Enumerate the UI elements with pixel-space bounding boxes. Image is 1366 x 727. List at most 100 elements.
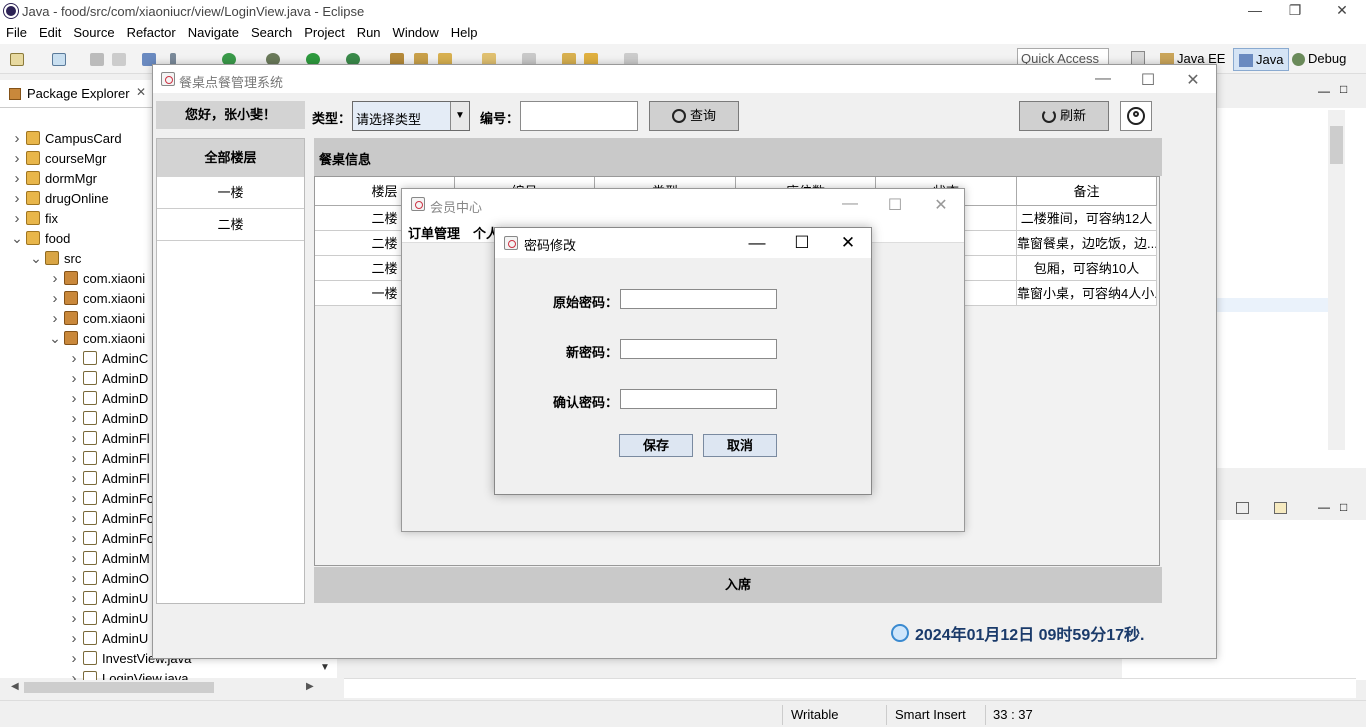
tree-item[interactable]: › AdminD bbox=[67, 388, 149, 408]
eclipse-close-icon[interactable]: ✕ bbox=[1332, 2, 1352, 19]
tree-item[interactable]: › AdminM bbox=[67, 548, 150, 568]
chevron-right-icon[interactable]: › bbox=[67, 530, 81, 547]
tree-item[interactable]: › AdminFo bbox=[67, 528, 155, 548]
chevron-right-icon[interactable]: › bbox=[67, 650, 81, 667]
chevron-right-icon[interactable]: › bbox=[10, 170, 24, 187]
lower-view-menu-icon[interactable] bbox=[1236, 502, 1249, 514]
chevron-right-icon[interactable]: › bbox=[67, 370, 81, 387]
chevron-right-icon[interactable]: › bbox=[67, 590, 81, 607]
tree-item[interactable]: › AdminC bbox=[67, 348, 149, 368]
chevron-right-icon[interactable]: › bbox=[67, 610, 81, 627]
chevron-right-icon[interactable]: › bbox=[67, 390, 81, 407]
dialog-maximize-icon[interactable]: ☐ bbox=[792, 233, 812, 253]
chevron-down-icon[interactable]: ▼ bbox=[450, 102, 469, 130]
chevron-right-icon[interactable]: › bbox=[67, 350, 81, 367]
chevron-right-icon[interactable]: › bbox=[10, 130, 24, 147]
scroll-left-icon[interactable]: ◀ bbox=[11, 681, 19, 692]
chevron-right-icon[interactable]: › bbox=[48, 310, 62, 327]
chevron-right-icon[interactable]: › bbox=[10, 210, 24, 227]
tree-item[interactable]: › AdminFo bbox=[67, 508, 155, 528]
tree-scrollbar-down-icon[interactable]: ▼ bbox=[320, 662, 330, 673]
menu-navigate[interactable]: Navigate bbox=[182, 22, 245, 40]
tree-item[interactable]: › com.xiaoni bbox=[48, 288, 146, 308]
chevron-right-icon[interactable]: › bbox=[67, 510, 81, 527]
main-close-icon[interactable]: ✕ bbox=[1183, 70, 1203, 90]
package-explorer-tab[interactable]: Package Explorer ✕ bbox=[0, 80, 152, 108]
chevron-right-icon[interactable]: › bbox=[67, 410, 81, 427]
tree-item[interactable]: › drugOnline bbox=[10, 188, 109, 208]
eclipse-restore-icon[interactable]: ❐ bbox=[1285, 2, 1305, 19]
menu-help[interactable]: Help bbox=[445, 22, 484, 40]
tree-item[interactable]: › AdminD bbox=[67, 368, 149, 388]
tree-item[interactable]: › dormMgr bbox=[10, 168, 98, 188]
menu-file[interactable]: File bbox=[0, 22, 33, 40]
tree-item[interactable]: › com.xiaoni bbox=[48, 268, 146, 288]
chevron-right-icon[interactable]: › bbox=[10, 190, 24, 207]
chevron-right-icon[interactable]: › bbox=[67, 430, 81, 447]
tree-item[interactable]: ⌄ food bbox=[10, 228, 70, 248]
floor-all-header[interactable]: 全部楼层 bbox=[157, 139, 304, 177]
cancel-button[interactable]: 取消 bbox=[703, 434, 777, 457]
chevron-right-icon[interactable]: › bbox=[48, 270, 62, 287]
table-cell[interactable]: 靠窗小桌，可容纳4人小... bbox=[1017, 281, 1157, 306]
tree-item[interactable]: › fix bbox=[10, 208, 59, 228]
table-cell[interactable]: 二楼雅间，可容纳12人 bbox=[1017, 206, 1157, 231]
chevron-right-icon[interactable]: › bbox=[67, 570, 81, 587]
close-view-icon[interactable]: ✕ bbox=[136, 85, 146, 99]
chevron-down-icon[interactable]: ⌄ bbox=[29, 250, 43, 267]
outline-vscroll-thumb[interactable] bbox=[1330, 126, 1343, 164]
chevron-right-icon[interactable]: › bbox=[67, 450, 81, 467]
menu-edit[interactable]: Edit bbox=[33, 22, 67, 40]
floor-item-2[interactable]: 二楼 bbox=[157, 209, 304, 241]
tree-item[interactable]: › courseMgr bbox=[10, 148, 107, 168]
chevron-right-icon[interactable]: › bbox=[10, 150, 24, 167]
main-minimize-icon[interactable]: — bbox=[1093, 70, 1113, 88]
menu-run[interactable]: Run bbox=[351, 22, 387, 40]
number-input[interactable] bbox=[520, 101, 638, 131]
save-icon[interactable] bbox=[90, 53, 104, 66]
perspective-java[interactable]: Java bbox=[1233, 48, 1290, 72]
dialog-minimize-icon[interactable]: — bbox=[747, 233, 767, 253]
chevron-right-icon[interactable]: › bbox=[48, 290, 62, 307]
chevron-right-icon[interactable]: › bbox=[67, 490, 81, 507]
user-center-button[interactable] bbox=[1120, 101, 1152, 131]
perspective-debug[interactable]: Debug bbox=[1292, 51, 1346, 67]
table-header-cell[interactable]: 备注 bbox=[1017, 177, 1157, 206]
open-perspective-icon[interactable] bbox=[1131, 51, 1145, 65]
query-button[interactable]: 查询 bbox=[649, 101, 739, 131]
outline-minimize-icon[interactable]: — bbox=[1318, 84, 1330, 98]
menu-project[interactable]: Project bbox=[298, 22, 350, 40]
chevron-down-icon[interactable]: ⌄ bbox=[10, 230, 24, 247]
menu-refactor[interactable]: Refactor bbox=[121, 22, 182, 40]
floor-item-1[interactable]: 一楼 bbox=[157, 177, 304, 209]
chevron-down-icon[interactable]: ⌄ bbox=[48, 330, 62, 347]
tree-item[interactable]: › AdminD bbox=[67, 408, 149, 428]
save-button[interactable]: 保存 bbox=[619, 434, 693, 457]
tree-item[interactable]: › CampusCard bbox=[10, 128, 122, 148]
member-close-icon[interactable]: ✕ bbox=[931, 195, 951, 215]
tree-item[interactable]: › AdminFo bbox=[67, 488, 155, 508]
save-all-icon[interactable] bbox=[112, 53, 126, 66]
menu-source[interactable]: Source bbox=[67, 22, 120, 40]
editor-hscroll[interactable] bbox=[344, 678, 1356, 698]
main-maximize-icon[interactable]: ☐ bbox=[1138, 70, 1158, 90]
hscroll-thumb[interactable] bbox=[24, 682, 214, 693]
tree-item[interactable]: › AdminU bbox=[67, 628, 149, 648]
scroll-right-icon[interactable]: ▶ bbox=[306, 681, 314, 692]
table-cell[interactable]: 包厢，可容纳10人 bbox=[1017, 256, 1157, 281]
tree-item[interactable]: › AdminFl bbox=[67, 468, 150, 488]
eclipse-minimize-icon[interactable]: — bbox=[1245, 2, 1265, 18]
menu-order-management[interactable]: 订单管理 bbox=[408, 223, 460, 242]
refresh-button[interactable]: 刷新 bbox=[1019, 101, 1109, 131]
outline-maximize-icon[interactable]: □ bbox=[1340, 82, 1347, 96]
tree-item[interactable]: ⌄ com.xiaoni bbox=[48, 328, 145, 348]
new-package-icon[interactable] bbox=[52, 53, 66, 66]
lower-view-minimize-icon[interactable]: — bbox=[1318, 500, 1330, 514]
old-password-field[interactable] bbox=[620, 289, 777, 309]
lower-view-maximize-icon[interactable]: □ bbox=[1340, 500, 1347, 514]
dialog-close-icon[interactable]: ✕ bbox=[838, 233, 858, 253]
new-icon[interactable] bbox=[10, 53, 24, 66]
table-cell[interactable]: 靠窗餐桌，边吃饭，边... bbox=[1017, 231, 1157, 256]
seat-button[interactable]: 入席 bbox=[314, 567, 1162, 603]
tree-item[interactable]: › com.xiaoni bbox=[48, 308, 146, 328]
